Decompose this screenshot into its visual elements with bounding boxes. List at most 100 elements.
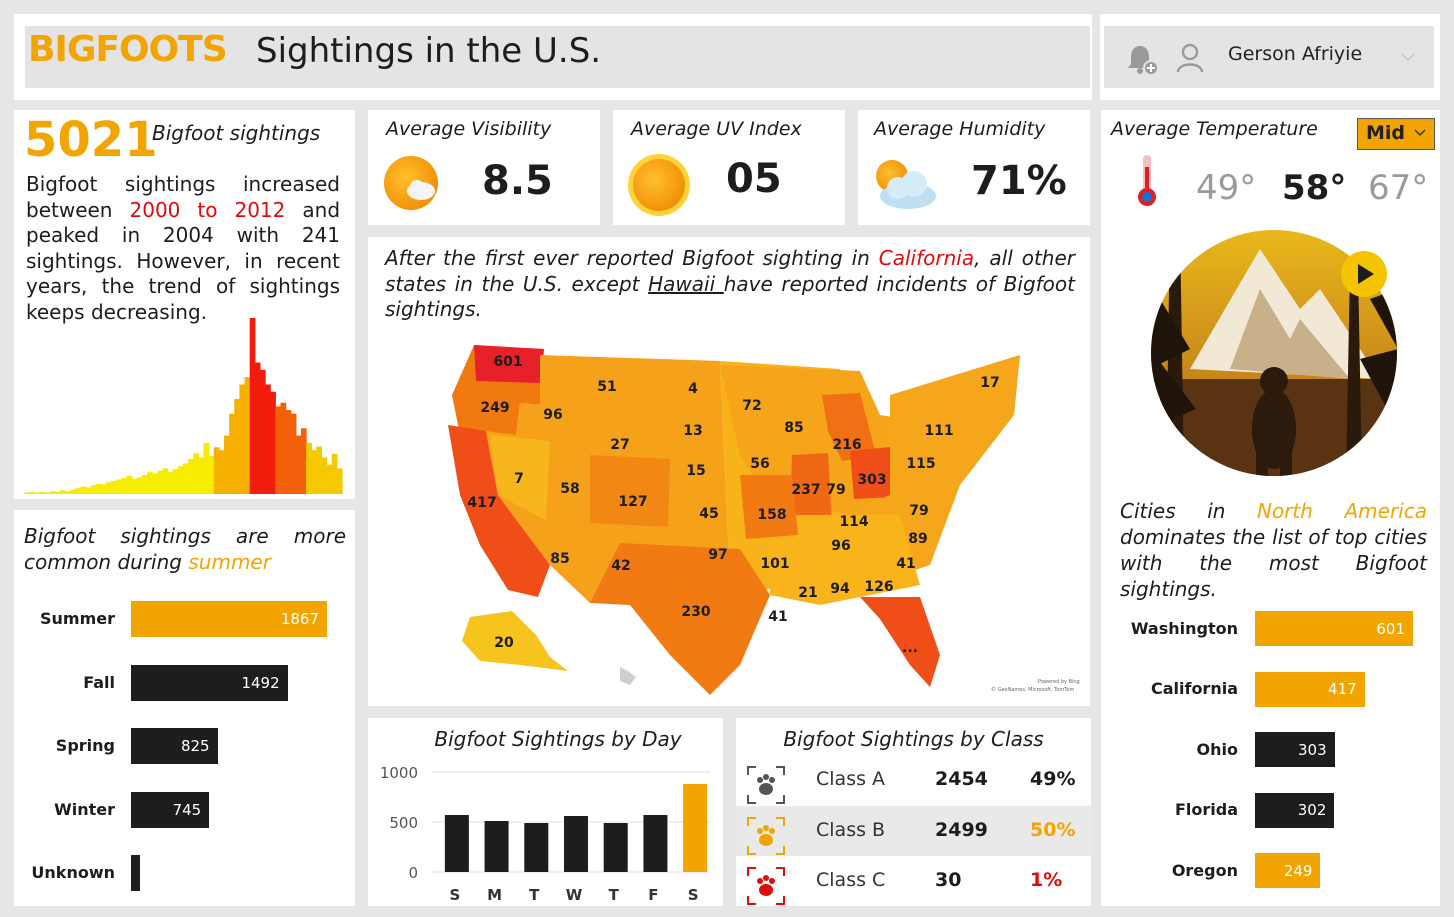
state-label: 303	[857, 472, 886, 488]
day-bar	[524, 823, 549, 872]
day-xtick-label: F	[648, 886, 658, 904]
trend-bar	[65, 491, 71, 494]
state-label: 85	[550, 551, 569, 567]
state-label: ...	[902, 640, 918, 656]
uv-value: 05	[726, 156, 782, 202]
season-label: Fall	[83, 672, 115, 692]
city-label: California	[1150, 679, 1238, 698]
trend-bar	[80, 486, 87, 494]
trend-bar	[300, 428, 307, 494]
trend-bar	[331, 453, 338, 494]
state-label: 101	[760, 556, 789, 572]
play-button-icon[interactable]	[1340, 250, 1388, 298]
state-florida-shape[interactable]	[860, 597, 940, 687]
page-title: Sightings in the U.S.	[256, 31, 602, 71]
map-caption: After the first ever reported Bigfoot si…	[385, 246, 1075, 323]
season-title: Bigfoot sightings are more common during…	[24, 523, 346, 575]
temperature-mid: 58°	[1282, 168, 1347, 208]
trend-bar	[167, 472, 174, 494]
trend-bar	[198, 457, 205, 494]
trend-bar	[265, 384, 271, 494]
chevron-down-icon[interactable]	[1398, 50, 1418, 64]
city-label: Oregon	[1171, 860, 1238, 880]
bell-add-icon[interactable]	[1124, 40, 1164, 78]
class-count: 2454	[935, 768, 988, 790]
trend-bar	[121, 477, 128, 494]
state-alaska-shape[interactable]	[462, 611, 568, 671]
trend-bar	[285, 410, 292, 494]
trend-bar	[44, 492, 51, 494]
trend-bar	[208, 456, 215, 494]
trend-bar	[326, 464, 333, 494]
state-hawaii-shape[interactable]	[620, 667, 636, 685]
season-value: 1492	[241, 673, 280, 692]
chevron-down-icon[interactable]	[1413, 128, 1427, 138]
user-icon[interactable]	[1176, 42, 1204, 74]
state-label: 97	[708, 547, 727, 563]
paw-icon	[746, 866, 786, 910]
trend-bar	[70, 489, 76, 494]
season-bar	[131, 855, 140, 891]
yearly-trend-chart	[24, 318, 343, 494]
temperature-low: 49°	[1196, 168, 1257, 208]
state-label: 96	[543, 407, 562, 423]
trend-bar	[244, 377, 251, 494]
state-label: 230	[681, 604, 710, 620]
temperature-title: Average Temperature	[1111, 118, 1318, 140]
day-bar	[484, 821, 509, 872]
temperature-high: 67°	[1368, 168, 1429, 208]
paw-icon	[746, 816, 786, 860]
trend-bar	[254, 362, 261, 494]
day-bar-chart: 0 500 1000 S M T W T F S	[380, 764, 710, 904]
summary-text: Bigfoot sightings increased between 2000…	[26, 172, 340, 326]
trend-bar	[193, 453, 199, 494]
trend-bar	[270, 391, 276, 494]
state-label: 111	[924, 423, 953, 439]
username[interactable]: Gerson Afriyie	[1228, 43, 1362, 65]
state-label: 127	[618, 494, 647, 510]
trend-bar	[295, 435, 302, 494]
cities-text-part: dominates the list of top cities with th…	[1120, 525, 1427, 601]
state-label: 237	[791, 482, 820, 498]
day-xtick-label: S	[449, 886, 460, 904]
cities-text: Cities in North America dominates the li…	[1120, 498, 1427, 602]
day-xtick-label: S	[688, 886, 699, 904]
city-label: Washington	[1130, 618, 1238, 638]
season-label: Unknown	[31, 863, 115, 882]
us-choropleth-map[interactable]: 6012494179651 472852161711111530379237561…	[440, 335, 1090, 705]
trend-bar	[152, 473, 158, 494]
state-label: 79	[909, 503, 928, 519]
city-value: 249	[1283, 861, 1313, 880]
trend-bar	[234, 399, 241, 494]
state-label: 4	[688, 381, 698, 397]
trend-bar	[321, 457, 328, 494]
state-label: 126	[864, 579, 893, 595]
trend-bar	[213, 447, 220, 494]
state-label: 89	[908, 531, 927, 547]
state-label: 114	[839, 514, 868, 530]
trend-bar	[39, 491, 46, 494]
season-value: 745	[172, 800, 202, 819]
total-sightings-count: 5021	[24, 112, 158, 168]
state-label: 58	[560, 481, 579, 497]
state-label: 27	[610, 437, 629, 453]
thermometer-icon	[1138, 155, 1156, 206]
temperature-selector-value[interactable]: Mid	[1366, 122, 1405, 144]
trend-bar	[203, 442, 210, 494]
trend-bar	[136, 477, 143, 494]
humidity-title: Average Humidity	[874, 118, 1046, 140]
trend-bar	[172, 469, 179, 494]
uv-title: Average UV Index	[631, 118, 802, 140]
state-label: 20	[494, 635, 514, 651]
trend-bar	[95, 483, 102, 494]
state-label: 115	[906, 456, 935, 472]
paw-icon	[746, 765, 786, 809]
city-value: 302	[1297, 801, 1327, 819]
day-ytick-label: 1000	[380, 764, 418, 782]
class-label: Class B	[816, 818, 886, 841]
trend-bar	[24, 492, 30, 494]
day-bar	[444, 815, 469, 872]
city-label: Florida	[1174, 800, 1238, 819]
title-accent: BIGFOOTS	[28, 29, 228, 70]
visibility-title: Average Visibility	[386, 118, 552, 140]
